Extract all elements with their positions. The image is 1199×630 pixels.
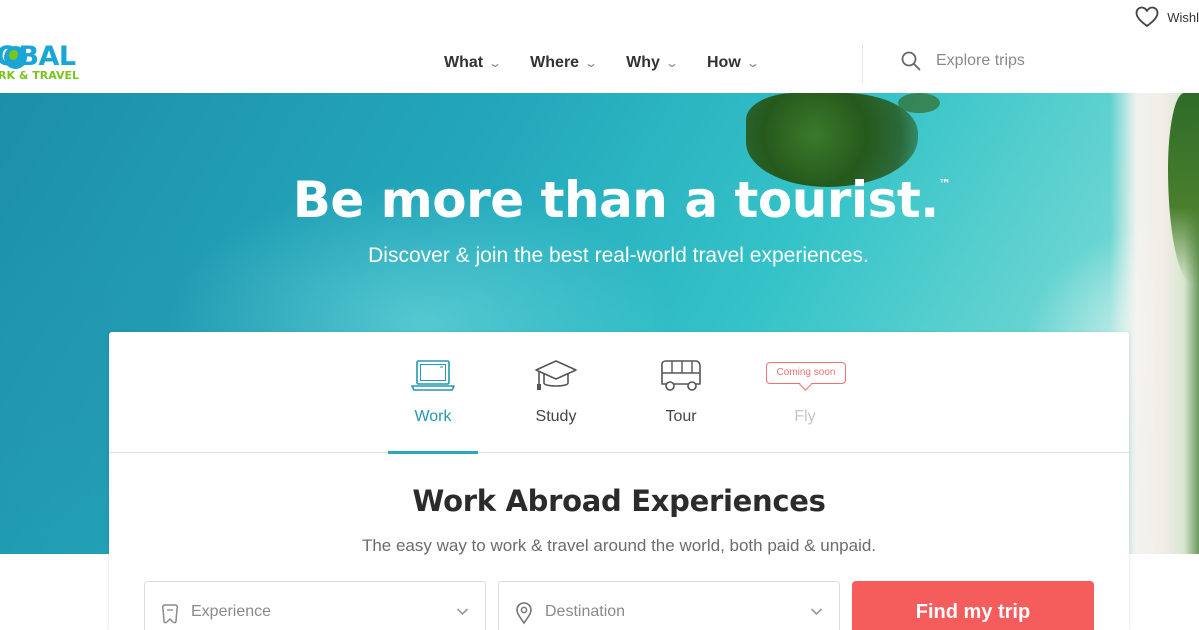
nav-item-where[interactable]: Where ⌄ bbox=[530, 54, 599, 72]
tab-tour[interactable]: Tour bbox=[636, 332, 726, 453]
experience-placeholder: Experience bbox=[191, 603, 272, 620]
trip-search-card: Work Study Tour Coming soon Fly Work Abr… bbox=[109, 332, 1129, 630]
nav-item-how[interactable]: How ⌄ bbox=[706, 54, 760, 72]
find-my-trip-button[interactable]: Find my trip bbox=[852, 581, 1094, 630]
search-icon bbox=[901, 51, 921, 71]
section-title: Work Abroad Experiences bbox=[412, 484, 826, 518]
hero-subtitle: Discover & join the best real-world trav… bbox=[368, 244, 869, 267]
wishlist-link[interactable]: Wishl bbox=[1135, 5, 1199, 29]
nav-item-label: What bbox=[444, 54, 484, 71]
nav-item-label: Where bbox=[530, 54, 580, 71]
trademark-mark: ™ bbox=[938, 177, 951, 191]
graduation-cap-icon bbox=[535, 360, 577, 390]
laptop-icon bbox=[411, 360, 455, 391]
coming-soon-badge: Coming soon bbox=[766, 362, 846, 384]
tab-work[interactable]: Work bbox=[388, 332, 478, 454]
logo-tagline: RK & TRAVEL bbox=[0, 69, 80, 82]
experience-tabs: Work Study Tour Coming soon Fly bbox=[109, 332, 1129, 454]
location-pin-icon bbox=[516, 602, 532, 625]
wishlist-label: Wishl bbox=[1167, 9, 1199, 25]
nav-item-label: Why bbox=[626, 54, 660, 71]
search-input[interactable]: Explore trips bbox=[900, 50, 1025, 72]
chevron-down-icon: ⌄ bbox=[488, 56, 503, 70]
chevron-down-icon: ⌄ bbox=[745, 56, 760, 70]
destination-placeholder: Destination bbox=[545, 603, 626, 620]
nav-item-why[interactable]: Why ⌄ bbox=[626, 54, 679, 72]
main-navigation: OBAL RK & TRAVEL What ⌄ Where ⌄ Why ⌄ Ho… bbox=[0, 33, 1199, 93]
tab-label: Work bbox=[414, 408, 452, 425]
logo[interactable]: OBAL RK & TRAVEL bbox=[0, 39, 100, 87]
section-subtitle: The easy way to work & travel around the… bbox=[361, 536, 877, 555]
globe-icon bbox=[4, 46, 27, 69]
chevron-down-icon: ⌄ bbox=[584, 56, 599, 70]
chevron-down-icon bbox=[456, 608, 469, 616]
heart-icon bbox=[1135, 6, 1159, 28]
nav-item-what[interactable]: What ⌄ bbox=[444, 54, 503, 72]
nav-menu: What ⌄ Where ⌄ Why ⌄ How ⌄ bbox=[444, 33, 788, 93]
hero-islet-image bbox=[898, 93, 940, 113]
tab-label: Fly bbox=[794, 408, 816, 425]
tab-fly: Coming soon Fly bbox=[760, 332, 850, 453]
destination-select[interactable]: Destination bbox=[498, 581, 840, 630]
tab-study[interactable]: Study bbox=[511, 332, 601, 453]
chevron-down-icon: ⌄ bbox=[664, 56, 679, 70]
search-placeholder: Explore trips bbox=[936, 52, 1025, 69]
tab-label: Study bbox=[535, 408, 577, 425]
nav-item-label: How bbox=[706, 54, 741, 71]
bus-icon bbox=[661, 360, 701, 391]
utility-bar: Wishl bbox=[0, 0, 1199, 33]
experience-icon bbox=[161, 604, 179, 624]
hero-title-text: Be more than a tourist. bbox=[292, 171, 940, 229]
tab-label: Tour bbox=[665, 408, 697, 425]
nav-divider bbox=[862, 43, 863, 83]
experience-select[interactable]: Experience bbox=[144, 581, 486, 630]
chevron-down-icon bbox=[810, 608, 823, 616]
hero-title: Be more than a tourist.™ bbox=[0, 171, 1199, 229]
